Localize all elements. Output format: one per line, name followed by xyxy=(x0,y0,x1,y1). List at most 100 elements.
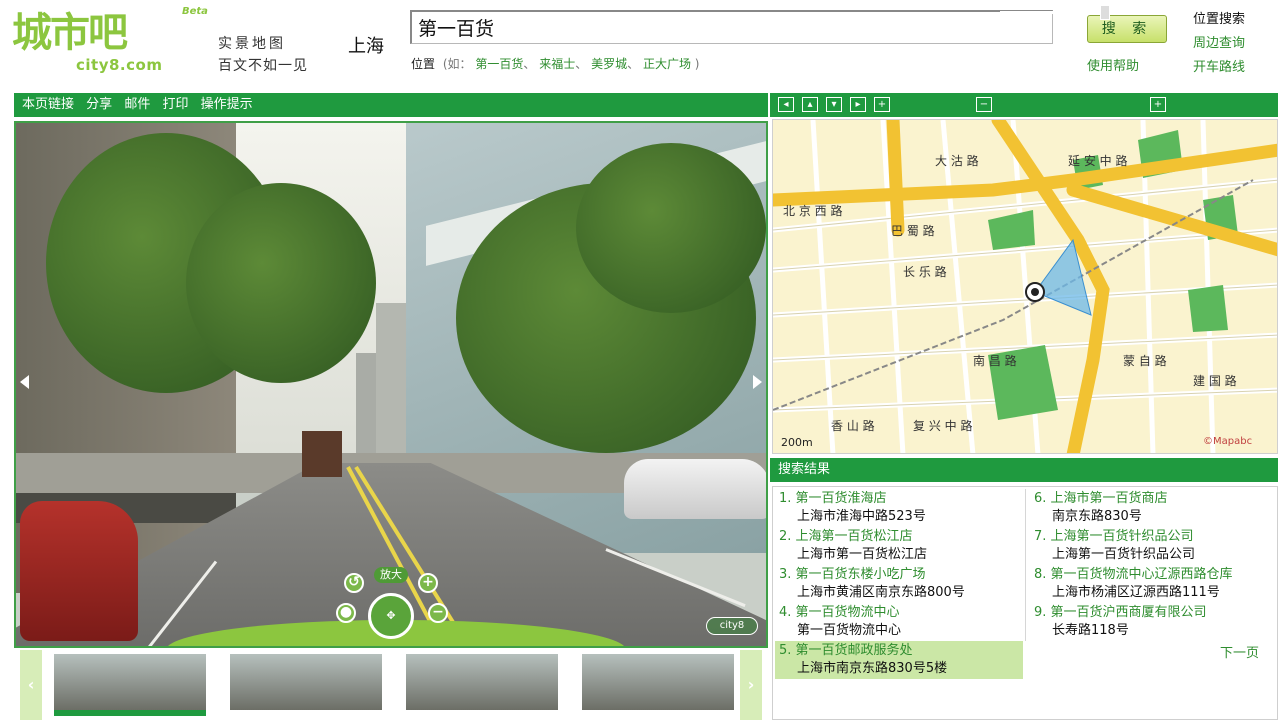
map-road-label: 复 兴 中 路 xyxy=(913,418,972,433)
result-address: 上海市南京东路830号5楼 xyxy=(797,661,948,676)
fullscreen-icon[interactable]: ● xyxy=(336,603,356,623)
viewer-toolbar: 本页链接 分享 邮件 打印 操作提示 xyxy=(14,93,768,117)
result-title[interactable]: 9. 第一百货沪西商厦有限公司 xyxy=(1034,604,1269,622)
result-title[interactable]: 4. 第一百货物流中心 xyxy=(779,604,1019,622)
map-road-label: 长 乐 路 xyxy=(903,264,947,279)
map-road-label: 蒙 自 路 xyxy=(1123,353,1167,368)
map-scale: 200m xyxy=(781,436,813,449)
map-road-label: 延 安 中 路 xyxy=(1068,153,1127,168)
next-thumbnails-icon[interactable]: › xyxy=(740,650,762,720)
street-view-panorama[interactable]: 放大 ↺ + ● − ✥ city8 xyxy=(14,121,768,648)
toolbar-link-tips[interactable]: 操作提示 xyxy=(201,97,253,112)
zoom-label[interactable]: 放大 xyxy=(374,567,408,583)
result-address: 长寿路118号 xyxy=(1052,623,1129,638)
logo[interactable]: 城市吧 Beta city8.com xyxy=(12,6,212,80)
app-window: 城市吧 Beta city8.com 实景地图 百文不如一见 上海 位置 (如：… xyxy=(0,0,1280,720)
position-hint: 位置 (如： 第一百货、 来福士、 美罗城、 正大广场 ) xyxy=(411,57,700,71)
result-item[interactable]: 4. 第一百货物流中心 第一百货物流中心 xyxy=(775,603,1023,641)
map-zoom-handle[interactable] xyxy=(1100,5,1110,20)
search-button[interactable]: 搜 索 xyxy=(1087,15,1167,43)
example-link[interactable]: 美罗城 xyxy=(591,57,627,71)
thumbnail[interactable] xyxy=(582,654,734,716)
result-item[interactable]: 6. 上海市第一百货商店 南京东路830号 xyxy=(1030,489,1273,527)
thumbnail-strip: ‹ › xyxy=(14,650,768,720)
results-column: 1. 第一百货淮海店 上海市淮海中路523号 2. 上海第一百货松江店 上海市第… xyxy=(775,489,1023,679)
rotate-icon[interactable]: ↺ xyxy=(344,573,364,593)
zoom-out-icon[interactable]: − xyxy=(976,97,992,112)
result-address: 上海市淮海中路523号 xyxy=(797,509,926,524)
logo-text-en: city8.com xyxy=(76,56,163,74)
help-link[interactable]: 使用帮助 xyxy=(1087,55,1139,74)
prev-thumbnails-icon[interactable]: ‹ xyxy=(20,650,42,720)
side-links: 位置搜索 周边查询 开车路线 xyxy=(1193,8,1245,80)
result-address: 上海第一百货针织品公司 xyxy=(1052,547,1196,562)
red-car xyxy=(20,501,138,641)
result-item[interactable]: 2. 上海第一百货松江店 上海市第一百货松江店 xyxy=(775,527,1023,565)
result-title[interactable]: 2. 上海第一百货松江店 xyxy=(779,528,1019,546)
position-example-prefix: (如： xyxy=(442,57,472,71)
result-title[interactable]: 5. 第一百货邮政服务处 xyxy=(779,642,1019,660)
map-copyright: ©Mapabc xyxy=(1203,436,1253,447)
results-header: 搜索结果 xyxy=(770,458,1278,482)
slogan-line-1: 实景地图 xyxy=(218,36,286,52)
result-address: 上海市黄浦区南京东路800号 xyxy=(797,585,965,600)
result-item[interactable]: 7. 上海第一百货针织品公司 上海第一百货针织品公司 xyxy=(1030,527,1273,565)
result-item[interactable]: 1. 第一百货淮海店 上海市淮海中路523号 xyxy=(775,489,1023,527)
zoom-in-icon[interactable]: + xyxy=(418,573,438,593)
result-address: 上海市杨浦区辽源西路111号 xyxy=(1052,585,1220,600)
zoom-in-icon[interactable]: + xyxy=(1150,97,1166,112)
results-panel: 1. 第一百货淮海店 上海市淮海中路523号 2. 上海第一百货松江店 上海市第… xyxy=(772,486,1278,720)
beta-badge: Beta xyxy=(182,6,208,17)
next-page-link[interactable]: 下一页 xyxy=(1220,642,1259,661)
toolbar-link-print[interactable]: 打印 xyxy=(162,97,188,112)
toolbar-link-share[interactable]: 分享 xyxy=(86,97,112,112)
result-item[interactable]: 9. 第一百货沪西商厦有限公司 长寿路118号 xyxy=(1030,603,1273,641)
result-address: 第一百货物流中心 xyxy=(797,623,902,638)
map-view[interactable]: 大 沽 路 北 京 西 路 巴 蜀 路 长 乐 路 南 昌 路 复 兴 中 路 … xyxy=(772,119,1278,454)
map-road-label: 建 国 路 xyxy=(1193,373,1237,388)
result-title[interactable]: 8. 第一百货物流中心辽源西路仓库 xyxy=(1034,566,1269,584)
search-input[interactable] xyxy=(410,10,1053,44)
map-road-label: 南 昌 路 xyxy=(973,353,1017,368)
toolbar-link-page[interactable]: 本页链接 xyxy=(22,97,74,112)
results-column: 6. 上海市第一百货商店 南京东路830号 7. 上海第一百货针织品公司 上海第… xyxy=(1025,489,1273,641)
result-address: 上海市第一百货松江店 xyxy=(797,547,928,562)
thumbnail[interactable] xyxy=(406,654,558,716)
result-address: 南京东路830号 xyxy=(1052,509,1142,524)
city-selector[interactable]: 上海 xyxy=(348,32,384,58)
bus xyxy=(302,431,342,477)
pan-up-icon[interactable]: ▴ xyxy=(802,97,818,112)
result-item[interactable]: 3. 第一百货东楼小吃广场 上海市黄浦区南京东路800号 xyxy=(775,565,1023,603)
police-car xyxy=(624,459,766,519)
pan-left-icon[interactable]: ◂ xyxy=(778,97,794,112)
thumbnail[interactable] xyxy=(54,654,206,716)
result-title[interactable]: 6. 上海市第一百货商店 xyxy=(1034,490,1269,508)
result-item[interactable]: 8. 第一百货物流中心辽源西路仓库 上海市杨浦区辽源西路111号 xyxy=(1030,565,1273,603)
pan-right-icon[interactable]: ▸ xyxy=(850,97,866,112)
example-link[interactable]: 正大广场 xyxy=(643,57,691,71)
driving-route-link[interactable]: 开车路线 xyxy=(1193,56,1245,80)
thumbnail[interactable] xyxy=(230,654,382,716)
result-title[interactable]: 3. 第一百货东楼小吃广场 xyxy=(779,566,1019,584)
result-item-selected[interactable]: 5. 第一百货邮政服务处 上海市南京东路830号5楼 xyxy=(775,641,1023,679)
toolbar-link-mail[interactable]: 邮件 xyxy=(124,97,150,112)
map-road-label: 大 沽 路 xyxy=(935,153,979,168)
example-link[interactable]: 第一百货 xyxy=(475,57,523,71)
map-zoom-slider[interactable] xyxy=(1000,11,1144,14)
pan-right-icon[interactable] xyxy=(753,375,762,389)
result-title[interactable]: 1. 第一百货淮海店 xyxy=(779,490,1019,508)
pan-center-icon[interactable]: + xyxy=(874,97,890,112)
map-road-label: 香 山 路 xyxy=(831,418,875,433)
pan-left-icon[interactable] xyxy=(20,375,29,389)
example-link[interactable]: 来福士 xyxy=(539,57,575,71)
logo-text-cn: 城市吧 xyxy=(12,10,128,56)
direction-pad-icon[interactable]: ✥ xyxy=(368,593,414,639)
position-label: 位置 xyxy=(411,57,436,71)
result-title[interactable]: 7. 上海第一百货针织品公司 xyxy=(1034,528,1269,546)
map-road-label: 北 京 西 路 xyxy=(783,203,842,218)
nearby-search-link[interactable]: 周边查询 xyxy=(1193,32,1245,56)
pan-down-icon[interactable]: ▾ xyxy=(826,97,842,112)
zoom-out-icon[interactable]: − xyxy=(428,603,448,623)
map-canvas: 大 沽 路 北 京 西 路 巴 蜀 路 长 乐 路 南 昌 路 复 兴 中 路 … xyxy=(773,120,1277,453)
map-road-label: 巴 蜀 路 xyxy=(891,223,935,238)
